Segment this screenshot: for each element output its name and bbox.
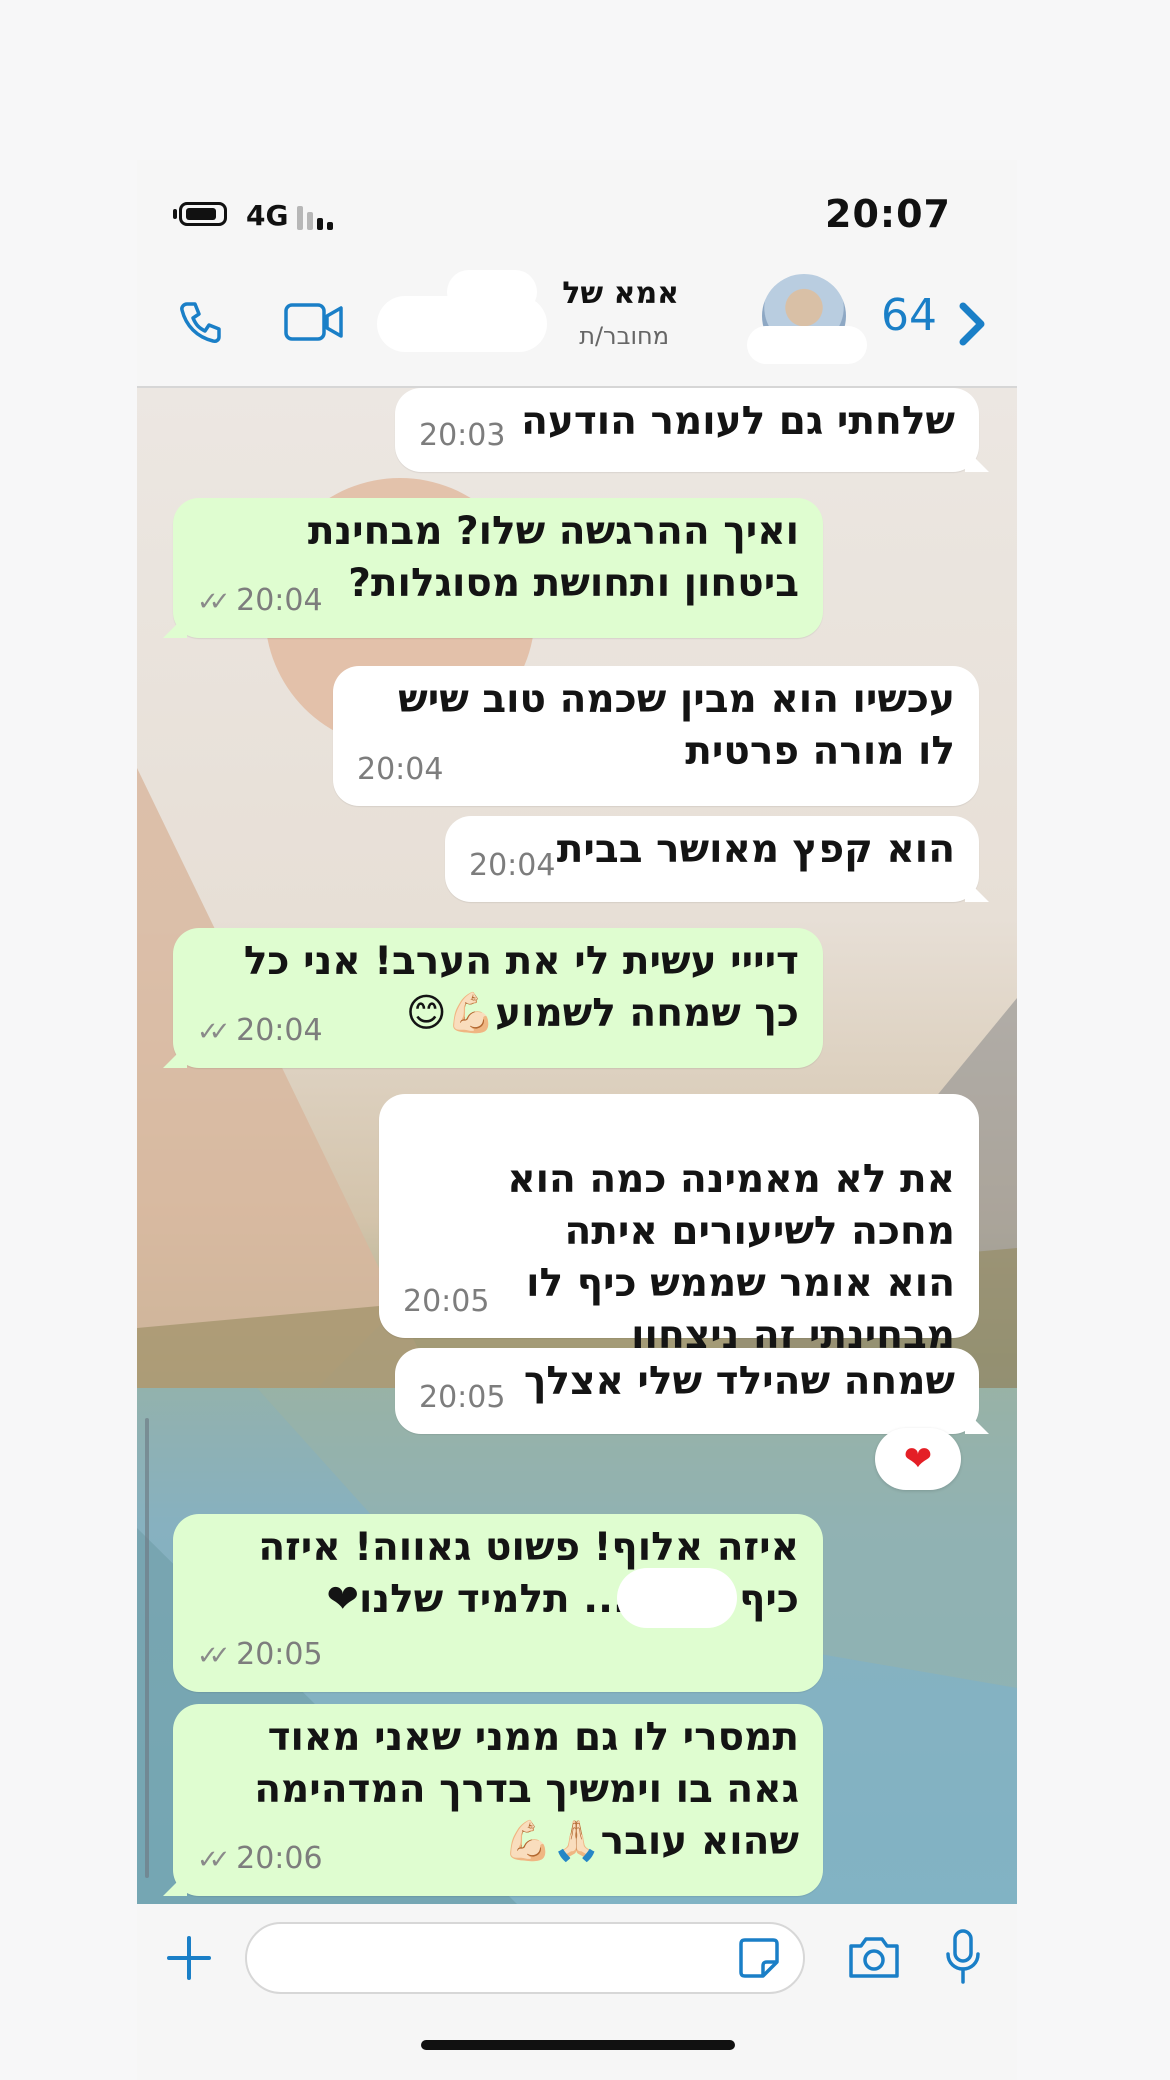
status-bar: 4G 20:07 <box>137 160 1017 270</box>
redaction-blob <box>747 326 867 364</box>
message-time: 20:04 <box>357 752 444 787</box>
redaction-blob <box>447 270 537 314</box>
sticker-icon[interactable] <box>737 1936 781 1980</box>
message-time: 20:03 <box>419 418 506 453</box>
contact-name[interactable]: אמא של <box>562 276 679 311</box>
message-time: 20:05 <box>403 1284 490 1319</box>
scrollbar[interactable] <box>145 1418 149 1878</box>
double-check-icon: ✓✓ <box>197 1017 230 1047</box>
network-type: 4G <box>246 199 289 232</box>
message-bubble-incoming[interactable]: שלחתי גם לעומר הודעה 20:03 <box>395 388 989 472</box>
message-input[interactable] <box>245 1922 805 1994</box>
double-check-icon: ✓✓ <box>197 1641 230 1671</box>
message-bubble-incoming[interactable]: את לא מאמינה כמה הוא מחכה לשיעורים איתה … <box>379 1094 979 1358</box>
battery-icon <box>179 202 227 226</box>
phone-screen: 4G 20:07 אמא של מחובר/ת 64 שלחתי גם לעומ… <box>137 160 1017 2080</box>
status-time: 20:07 <box>825 192 951 236</box>
message-text: עכשיו הוא מבין שכמה טוב שיש לו מורה פרטי… <box>398 677 955 774</box>
home-indicator[interactable] <box>421 2040 735 2050</box>
video-icon[interactable] <box>283 300 345 344</box>
message-bubble-incoming[interactable]: הוא קפץ מאושר בבית 20:04 <box>445 816 989 902</box>
message-bubble-outgoing[interactable]: תמסרי לו גם ממני שאני מאוד גאה בו וימשיך… <box>163 1704 823 1896</box>
message-bubble-incoming[interactable]: עכשיו הוא מבין שכמה טוב שיש לו מורה פרטי… <box>333 666 979 806</box>
bubble-tail <box>163 614 187 638</box>
unread-count[interactable]: 64 <box>881 290 937 341</box>
message-time: ✓✓ 20:04 <box>197 1013 323 1048</box>
double-check-icon: ✓✓ <box>197 587 230 617</box>
message-bubble-incoming[interactable]: שמחה שהילד שלי אצלך 20:05 <box>395 1348 989 1434</box>
chat-header: אמא של מחובר/ת 64 <box>137 270 1017 388</box>
message-time: 20:05 <box>419 1380 506 1415</box>
message-time: 20:04 <box>469 848 556 883</box>
heart-reaction[interactable]: ❤ <box>875 1428 961 1490</box>
signal-icon <box>297 202 341 230</box>
message-time: ✓✓ 20:05 <box>197 1637 323 1672</box>
message-time: ✓✓ 20:04 <box>197 583 323 618</box>
camera-icon[interactable] <box>847 1934 901 1980</box>
chat-area[interactable]: שלחתי גם לעומר הודעה 20:03 ואיך ההרגשה ש… <box>137 388 1017 1904</box>
phone-icon[interactable] <box>177 298 225 346</box>
message-text: את לא מאמינה כמה הוא מחכה לשיעורים איתה … <box>507 1157 955 1358</box>
double-check-icon: ✓✓ <box>197 1845 230 1875</box>
redaction-blob <box>617 1568 737 1628</box>
message-time: ✓✓ 20:06 <box>197 1841 323 1876</box>
battery-cap <box>173 209 177 219</box>
contact-status: מחובר/ת <box>579 322 669 350</box>
microphone-icon[interactable] <box>943 1928 983 1986</box>
plus-icon[interactable] <box>165 1934 213 1982</box>
message-bubble-outgoing[interactable]: ואיך ההרגשה שלו? מבחינת ביטחון ותחושת מס… <box>163 498 823 638</box>
input-bar <box>137 1904 1017 2034</box>
message-bubble-outgoing[interactable]: דיייי עשית לי את הערב! אני כל כך שמחה לש… <box>163 928 823 1068</box>
bubble-tail <box>965 448 989 472</box>
chevron-left-icon[interactable] <box>957 300 987 348</box>
